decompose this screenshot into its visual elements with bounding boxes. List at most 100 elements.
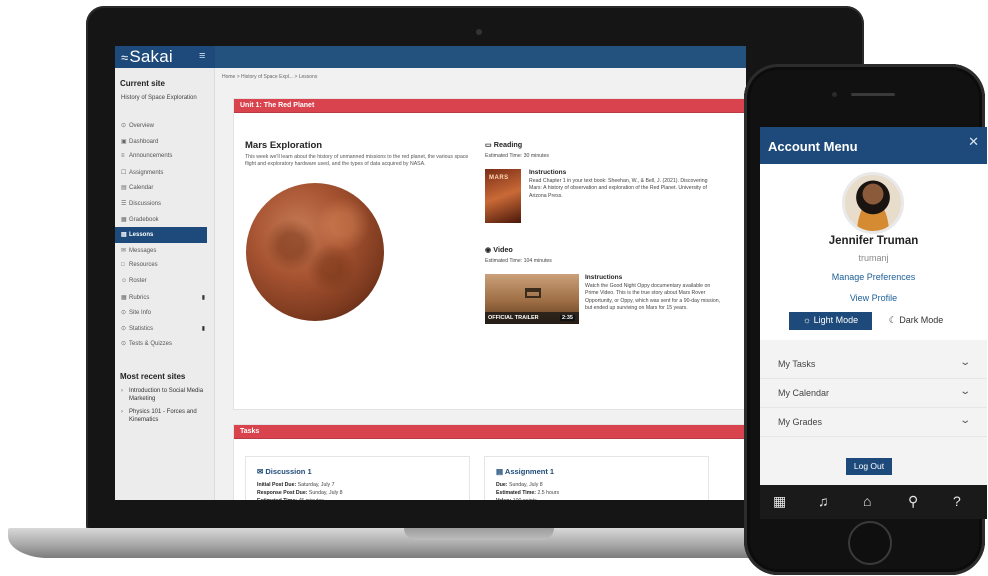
dark-mode-button[interactable]: ☾ Dark Mode — [873, 312, 959, 330]
avatar[interactable] — [842, 172, 904, 234]
discussions-icon: ☰ — [121, 200, 127, 207]
sidebar-item-roster[interactable]: ☺ Roster — [115, 274, 215, 290]
sidebar-item-label: Discussions — [129, 200, 162, 207]
announcements-icon: ≡ — [121, 153, 125, 160]
menu-item-my-calendar[interactable]: My Calendar ⌄ — [760, 379, 987, 408]
apps-grid-icon[interactable]: ▦ — [773, 493, 786, 510]
sidebar-item-label: Roster — [129, 277, 147, 284]
video-duration: 2:35 — [559, 315, 575, 321]
task-details: Initial Post Due: Saturday, July 7 Respon… — [257, 481, 343, 500]
moon-icon: ☾ — [888, 315, 900, 325]
task-detail-row: Response Post Due: Sunday, July 8 — [257, 490, 343, 496]
mars-image — [246, 183, 384, 321]
home-icon[interactable]: ⌂ — [863, 493, 871, 509]
sidebar-item-rubrics[interactable]: ▦ Rubrics ▮ — [115, 290, 215, 306]
sidebar-item-assignments[interactable]: ☐ Assignments — [115, 165, 215, 181]
sidebar-item-gradebook[interactable]: ▦ Gradebook — [115, 212, 215, 228]
phone-home-button — [848, 521, 892, 565]
bottom-nav: ▦ ♫ ⌂ ⚲ ? — [760, 485, 987, 519]
recent-site-link[interactable]: Introduction to Social Media Marketing — [121, 387, 211, 403]
unit-panel: Unit 1: The Red Planet Mars Exploration … — [233, 98, 746, 410]
account-menu-header: Account Menu ✕ — [760, 127, 987, 164]
sidebar-item-label: Announcements — [129, 153, 173, 160]
assignment-icon: ▤ — [496, 467, 505, 476]
laptop-screen: ≈Sakai ≡ Current site History of Space E… — [115, 46, 746, 500]
sidebar-item-announcements[interactable]: ≡ Announcements — [115, 149, 215, 165]
breadcrumb[interactable]: Home > History of Space Expl... > Lesson… — [222, 74, 317, 80]
phone-camera — [832, 92, 837, 97]
top-navbar — [215, 46, 746, 68]
main-content: Home > History of Space Expl... > Lesson… — [216, 68, 746, 500]
lock-icon: ▮ — [201, 294, 205, 301]
assignments-icon: ☐ — [121, 169, 127, 176]
sidebar-item-discussions[interactable]: ☰ Discussions — [115, 196, 215, 212]
wave-icon: ≈ — [121, 50, 129, 65]
menu-icon[interactable]: ≡ — [199, 50, 205, 62]
sidebar-item-dashboard[interactable]: ▣ Dashboard — [115, 134, 215, 150]
sidebar-item-statistics[interactable]: ⊙ Statistics ▮ — [115, 321, 215, 337]
user-name: Jennifer Truman — [828, 235, 919, 247]
light-mode-button[interactable]: ☼ Light Mode — [789, 312, 872, 330]
tasks-panel: Tasks ✉ Discussion 1 Initial Post Due: Sa… — [233, 424, 746, 500]
task-title-link[interactable]: ✉ Discussion 1 — [257, 467, 312, 476]
reading-estimated-time: Estimated Time: 30 minutes — [485, 153, 550, 159]
sidebar-item-calendar[interactable]: ▤ Calendar — [115, 180, 215, 196]
book-icon: ▭ — [485, 140, 494, 149]
video-item: OFFICIAL TRAILER 2:35 Instructions Watch… — [485, 274, 725, 344]
sidebar-item-label: Rubrics — [129, 294, 150, 301]
help-icon[interactable]: ? — [953, 493, 961, 509]
chevron-down-icon: ⌄ — [958, 386, 971, 397]
tasks-header: Tasks — [234, 425, 746, 439]
task-detail-row: Estimated Time: 45 minutes — [257, 497, 343, 500]
book-cover-image[interactable]: MARS — [485, 169, 521, 223]
laptop-notch — [404, 528, 554, 540]
recent-sites-heading: Most recent sites — [120, 372, 186, 381]
view-profile-link[interactable]: View Profile — [760, 293, 987, 303]
tests-icon: ⊙ — [121, 341, 127, 348]
current-site-name[interactable]: History of Space Exploration — [121, 94, 211, 102]
sidebar-item-resources[interactable]: □ Resources — [115, 258, 215, 274]
menu-item-my-grades[interactable]: My Grades ⌄ — [760, 408, 987, 437]
logout-button[interactable]: Log Out — [846, 458, 892, 475]
sidebar-item-lessons[interactable]: ▤ Lessons — [115, 227, 207, 243]
lock-icon: ▮ — [201, 325, 205, 332]
statistics-icon: ⊙ — [121, 325, 127, 332]
recent-sites-list: Introduction to Social Media Marketing Ph… — [121, 387, 211, 429]
site-tool-list: ⊙ Overview ▣ Dashboard ≡ Announcements ☐ Assign… — [115, 118, 215, 352]
task-card: ✉ Discussion 1 Initial Post Due: Saturday… — [245, 456, 470, 500]
sidebar-item-label: Gradebook — [129, 216, 159, 223]
sidebar-item-label: Statistics — [129, 325, 154, 332]
close-icon[interactable]: ✕ — [968, 134, 979, 150]
video-thumbnail[interactable]: OFFICIAL TRAILER 2:35 — [485, 274, 579, 324]
sidebar-item-label: Calendar — [129, 185, 154, 192]
sidebar-item-label: Messages — [129, 247, 157, 254]
sidebar-item-tests-quizzes[interactable]: ⊙ Tests & Quizzes — [115, 336, 215, 352]
site-info-icon: ⊙ — [121, 310, 127, 317]
roster-icon: ☺ — [121, 277, 128, 284]
sidebar-item-site-info[interactable]: ⊙ Site Info — [115, 305, 215, 321]
chevron-down-icon: ⌄ — [958, 415, 971, 426]
menu-item-my-tasks[interactable]: My Tasks ⌄ — [760, 350, 987, 379]
phone-screen: Account Menu ✕ Jennifer Truman trumanj M… — [760, 127, 987, 519]
manage-preferences-link[interactable]: Manage Preferences — [760, 272, 987, 282]
chevron-down-icon: ⌄ — [958, 357, 971, 368]
task-card: ▤ Assignment 1 Due: Sunday, July 8 Estimat… — [484, 456, 709, 500]
unit-resources: ▭ Reading Estimated Time: 30 minutes MAR… — [485, 140, 725, 344]
sidebar-item-label: Resources — [129, 262, 158, 269]
laptop-camera — [476, 29, 482, 35]
task-title-link[interactable]: ▤ Assignment 1 — [496, 467, 554, 476]
unit-title: Mars Exploration — [245, 140, 323, 151]
task-detail-row: Value: 100 points — [496, 497, 559, 500]
task-details: Due: Sunday, July 8 Estimated Time: 2.5 h… — [496, 481, 559, 500]
sidebar-item-overview[interactable]: ⊙ Overview — [115, 118, 215, 134]
sun-icon: ☼ — [802, 315, 814, 325]
overview-icon: ⊙ — [121, 123, 127, 129]
bell-icon[interactable]: ♫ — [818, 493, 829, 509]
sidebar-item-label: Lessons — [129, 232, 154, 239]
sidebar-item-label: Tests & Quizzes — [129, 341, 173, 348]
recent-site-link[interactable]: Physics 101 - Forces and Kinematics — [121, 408, 211, 424]
search-icon[interactable]: ⚲ — [908, 493, 918, 510]
user-id: trumanj — [858, 253, 889, 263]
sidebar-item-messages[interactable]: ✉ Messages — [115, 243, 215, 259]
task-detail-row: Estimated Time: 2.5 hours — [496, 490, 560, 496]
